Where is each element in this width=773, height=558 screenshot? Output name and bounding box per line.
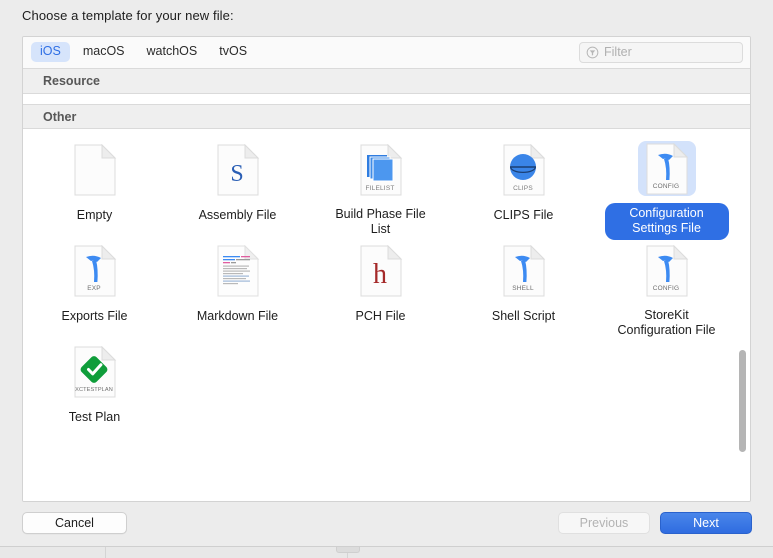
template-grid-empty-slot bbox=[309, 341, 452, 442]
section-header-resource-label: Resource bbox=[43, 74, 100, 88]
template-item-label: Empty bbox=[76, 208, 113, 222]
window-bottom-edge bbox=[0, 546, 773, 558]
section-header-resource: Resource bbox=[23, 69, 750, 94]
configuration-settings-file-icon: CONFIG bbox=[637, 141, 696, 196]
template-item-clips-file[interactable]: CLIPS CLIPS File bbox=[452, 139, 595, 240]
storekit-configuration-file-icon: CONFIG bbox=[638, 242, 696, 299]
template-item-exports-file[interactable]: EXP Exports File bbox=[23, 240, 166, 341]
template-browser-panel: iOS macOS watchOS tvOS Filter Resource O… bbox=[22, 36, 751, 502]
platform-toolbar: iOS macOS watchOS tvOS Filter bbox=[23, 37, 750, 69]
template-item-label: Configuration Settings File bbox=[604, 203, 729, 240]
svg-text:h: h bbox=[373, 259, 387, 290]
window-resize-nub bbox=[336, 547, 360, 553]
pch-file-icon: h bbox=[352, 242, 410, 300]
svg-text:EXP: EXP bbox=[87, 285, 101, 292]
template-grid: Empty S Assembly File FILELIST Build Pha… bbox=[23, 129, 750, 442]
svg-text:SHELL: SHELL bbox=[512, 285, 534, 292]
template-item-label: Exports File bbox=[61, 309, 128, 323]
template-item-empty[interactable]: Empty bbox=[23, 139, 166, 240]
filter-field[interactable]: Filter bbox=[579, 42, 743, 63]
template-item-label: Build Phase File List bbox=[335, 207, 426, 236]
platform-tabs: iOS macOS watchOS tvOS bbox=[31, 42, 256, 62]
cancel-button[interactable]: Cancel bbox=[22, 512, 127, 534]
template-item-label: Test Plan bbox=[68, 410, 121, 424]
template-item-configuration-settings-file[interactable]: CONFIG Configuration Settings File bbox=[595, 139, 738, 240]
template-item-label: PCH File bbox=[355, 309, 406, 323]
tab-macos[interactable]: macOS bbox=[74, 42, 134, 62]
previous-button[interactable]: Previous bbox=[558, 512, 650, 534]
template-item-assembly-file[interactable]: S Assembly File bbox=[166, 139, 309, 240]
template-row: Empty S Assembly File FILELIST Build Pha… bbox=[23, 139, 750, 240]
template-item-label: Markdown File bbox=[196, 309, 279, 323]
assembly-file-icon: S bbox=[209, 141, 267, 199]
test-plan-icon: XCTESTPLAN bbox=[66, 343, 124, 401]
shell-script-icon: SHELL bbox=[495, 242, 553, 300]
filter-placeholder: Filter bbox=[604, 45, 632, 60]
clips-file-icon: CLIPS bbox=[495, 141, 553, 199]
template-item-shell-script[interactable]: SHELL Shell Script bbox=[452, 240, 595, 341]
resource-section-body bbox=[23, 94, 750, 104]
tab-ios[interactable]: iOS bbox=[31, 42, 70, 62]
page-title: Choose a template for your new file: bbox=[22, 8, 234, 23]
template-item-label: StoreKit Configuration File bbox=[617, 308, 716, 337]
svg-text:XCTESTPLAN: XCTESTPLAN bbox=[75, 387, 113, 393]
svg-text:FILELIST: FILELIST bbox=[365, 185, 394, 192]
template-grid-empty-slot bbox=[452, 341, 595, 442]
next-button[interactable]: Next bbox=[660, 512, 752, 534]
scrollbar-thumb[interactable] bbox=[739, 350, 746, 452]
vertical-scrollbar[interactable] bbox=[738, 70, 747, 500]
exports-file-icon: EXP bbox=[66, 242, 124, 300]
template-item-test-plan[interactable]: XCTESTPLAN Test Plan bbox=[23, 341, 166, 442]
build-phase-file-list-icon: FILELIST bbox=[352, 141, 410, 198]
section-header-other-label: Other bbox=[43, 109, 77, 124]
svg-text:S: S bbox=[230, 161, 243, 187]
svg-text:CONFIG: CONFIG bbox=[652, 183, 678, 190]
section-header-other: Other bbox=[23, 104, 750, 129]
template-item-markdown-file[interactable]: Markdown File bbox=[166, 240, 309, 341]
filter-icon bbox=[586, 46, 599, 59]
template-item-build-phase-file-list[interactable]: FILELIST Build Phase File List bbox=[309, 139, 452, 240]
svg-text:CONFIG: CONFIG bbox=[652, 285, 678, 292]
template-grid-empty-slot bbox=[595, 341, 738, 442]
template-item-label: Assembly File bbox=[198, 208, 277, 222]
empty-file-icon bbox=[66, 141, 124, 199]
template-item-pch-file[interactable]: h PCH File bbox=[309, 240, 452, 341]
new-file-template-dialog: Choose a template for your new file: iOS… bbox=[0, 0, 773, 546]
svg-text:CLIPS: CLIPS bbox=[513, 185, 533, 192]
window-seam bbox=[105, 547, 106, 558]
markdown-file-icon bbox=[209, 242, 267, 300]
template-item-label: CLIPS File bbox=[493, 208, 554, 222]
template-grid-empty-slot bbox=[166, 341, 309, 442]
tab-tvos[interactable]: tvOS bbox=[210, 42, 256, 62]
template-row: XCTESTPLAN Test Plan bbox=[23, 341, 750, 442]
template-item-storekit-configuration-file[interactable]: CONFIG StoreKit Configuration File bbox=[595, 240, 738, 341]
template-row: EXP Exports File Markdown File h PCH Fil… bbox=[23, 240, 750, 341]
template-scroll-area[interactable]: Resource Other Empty S Assembly File FIL… bbox=[23, 69, 750, 501]
tab-watchos[interactable]: watchOS bbox=[138, 42, 207, 62]
template-item-label: Shell Script bbox=[491, 309, 556, 323]
